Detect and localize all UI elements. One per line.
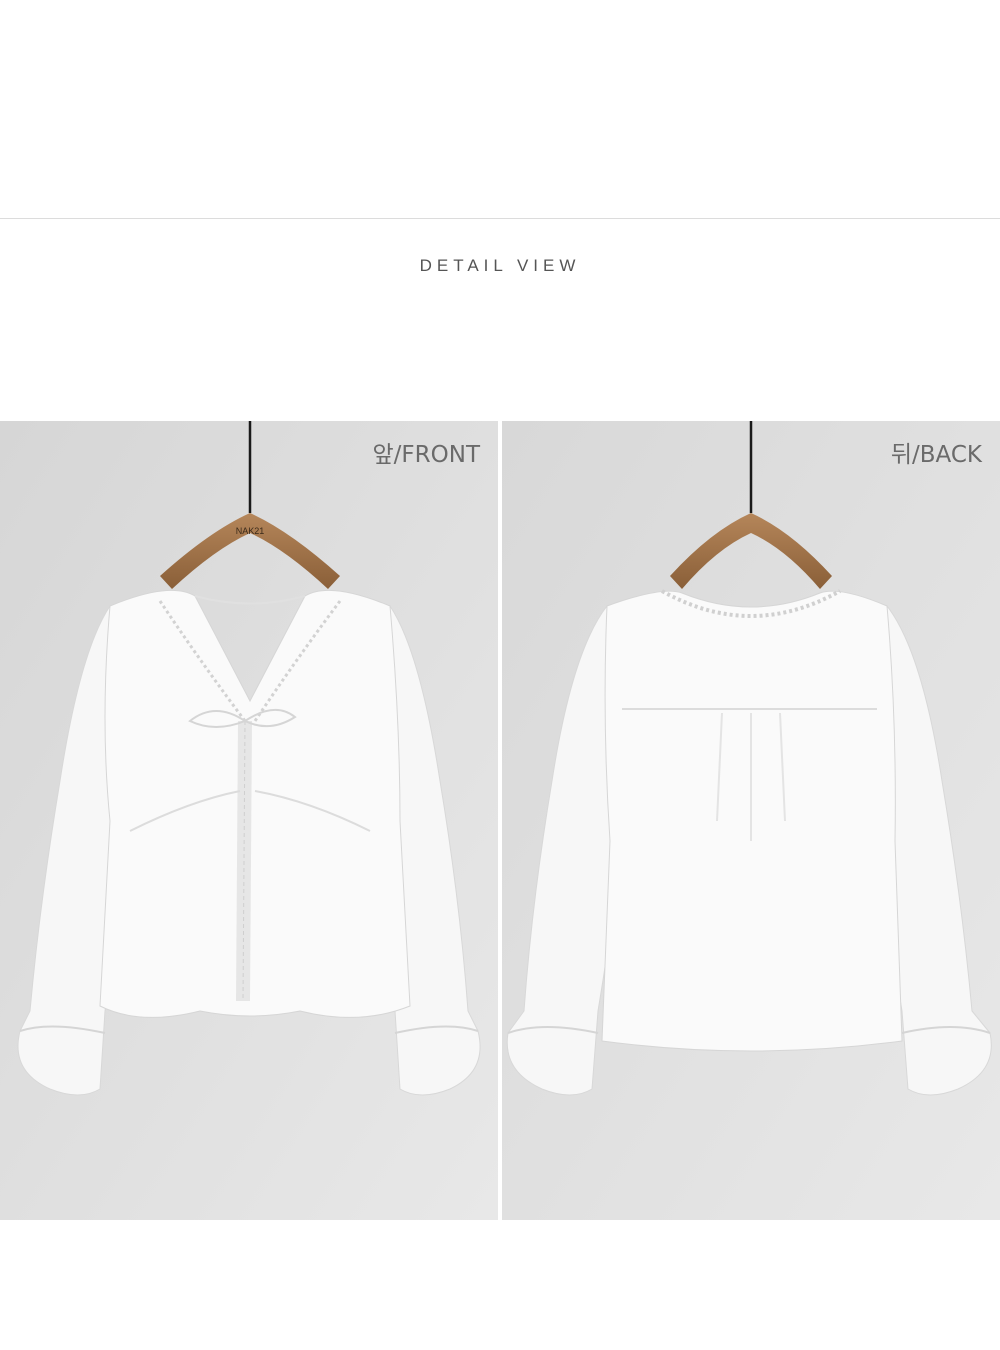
- hanger-brand-text: NAK21: [236, 526, 265, 536]
- section-divider: [0, 218, 1000, 219]
- back-blouse-illustration: [502, 421, 1000, 1220]
- section-title: DETAIL VIEW: [419, 256, 581, 275]
- front-photo: NAK21 앞/FRONT: [0, 421, 498, 1220]
- front-blouse-illustration: NAK21: [0, 421, 498, 1220]
- back-photo: 뒤/BACK: [502, 421, 1000, 1220]
- back-caption: 뒤/BACK: [890, 442, 982, 468]
- front-caption: 앞/FRONT: [372, 442, 480, 468]
